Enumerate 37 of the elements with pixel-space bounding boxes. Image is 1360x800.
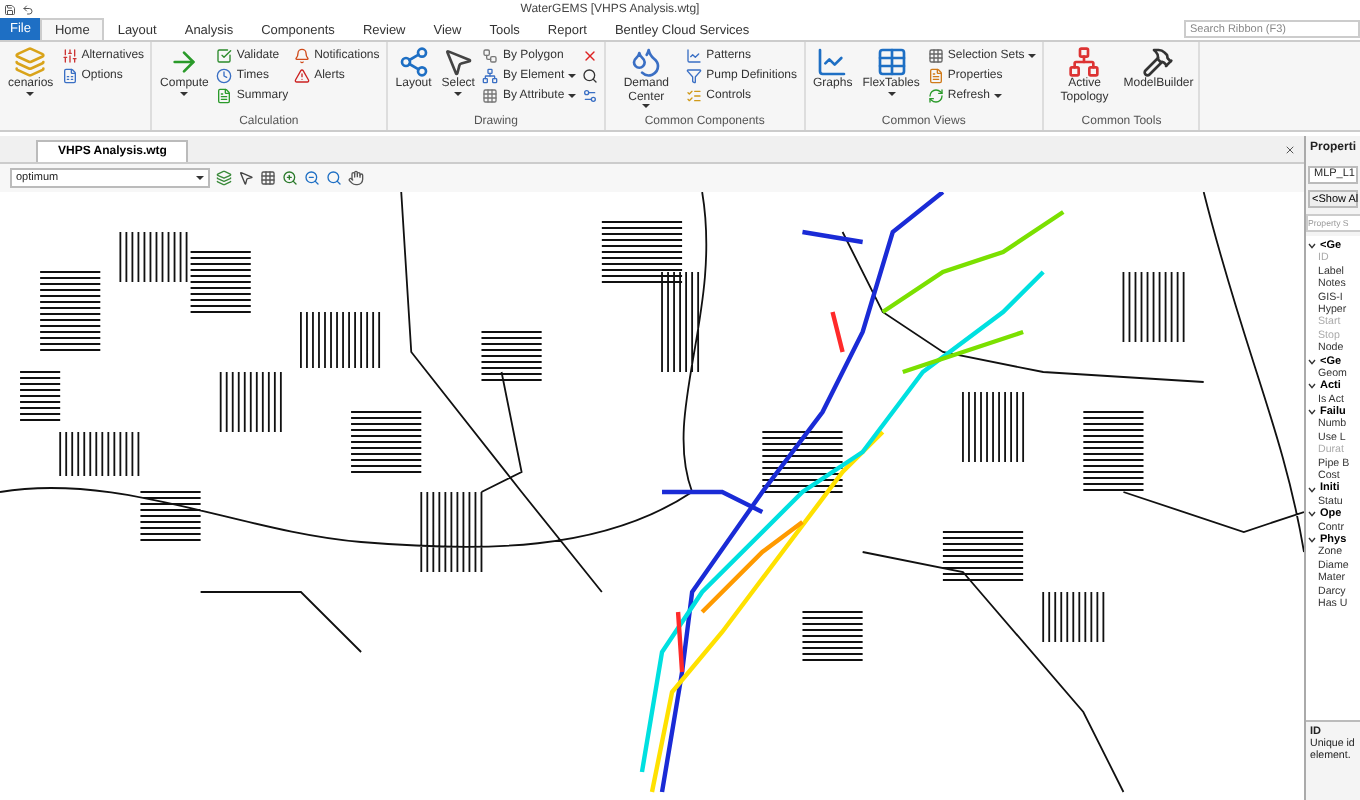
sliders-icon <box>61 48 78 64</box>
save-icon <box>4 3 16 15</box>
document-icon <box>216 88 233 104</box>
zoom-in-icon <box>282 170 298 186</box>
layers-icon <box>14 46 47 78</box>
topology-icon <box>1068 46 1101 78</box>
close-icon <box>1284 143 1296 155</box>
properties-icon <box>927 68 944 84</box>
chevron-down-icon <box>1308 382 1316 391</box>
undo-icon <box>22 3 34 15</box>
controls-icon <box>686 88 703 104</box>
bell-icon <box>294 48 311 64</box>
zoom-out-icon <box>304 170 320 186</box>
nodes-icon <box>397 46 430 78</box>
layers-icon <box>216 170 232 186</box>
selection-icon <box>927 48 944 64</box>
table-icon <box>875 46 908 78</box>
element-icon <box>482 68 499 84</box>
alert-icon <box>294 68 311 84</box>
chevron-down-icon <box>1308 510 1316 519</box>
zoom-icon <box>326 170 342 186</box>
pointer-icon <box>238 170 254 186</box>
chevron-down-icon <box>1308 357 1316 366</box>
pattern-icon <box>686 48 703 64</box>
pointer-icon <box>442 46 475 78</box>
chevron-down-icon <box>1308 485 1316 494</box>
chart-icon <box>816 46 849 78</box>
chevron-down-icon <box>1308 242 1316 251</box>
delete-icon <box>582 48 599 64</box>
checkbox-icon <box>216 48 233 64</box>
chevron-down-icon <box>1308 536 1316 545</box>
refresh-icon <box>927 88 944 104</box>
sheet-icon <box>61 68 78 84</box>
clock-icon <box>216 68 233 84</box>
pan-icon <box>348 170 364 186</box>
attribute-icon <box>482 88 499 104</box>
chevron-down-icon <box>1308 408 1316 417</box>
